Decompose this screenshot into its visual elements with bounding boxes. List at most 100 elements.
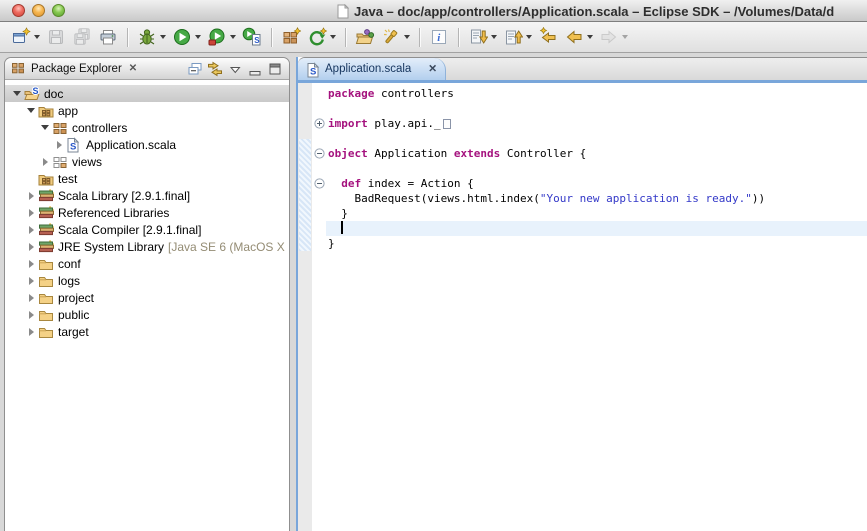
collapse-all-button[interactable] bbox=[187, 61, 203, 77]
dropdown-arrow-icon[interactable] bbox=[491, 35, 497, 39]
tree-item-app[interactable]: app bbox=[5, 102, 289, 119]
tree-item-referenced-libraries[interactable]: Referenced Libraries bbox=[5, 204, 289, 221]
disclosure-open-icon[interactable] bbox=[11, 91, 23, 96]
dropdown-arrow-icon[interactable] bbox=[195, 35, 201, 39]
code-token: object bbox=[328, 147, 368, 160]
disclosure-closed-icon[interactable] bbox=[25, 209, 37, 217]
disclosure-closed-icon[interactable] bbox=[39, 158, 51, 166]
run-icon bbox=[172, 27, 192, 47]
tree-item-doc[interactable]: Sdoc bbox=[5, 85, 289, 102]
package-explorer-tree[interactable]: SdocappcontrollersSApplication.scalaview… bbox=[5, 80, 289, 531]
tree-item-logs[interactable]: logs bbox=[5, 272, 289, 289]
disclosure-closed-icon[interactable] bbox=[25, 260, 37, 268]
new-wizard-button[interactable] bbox=[8, 25, 43, 49]
fold-column bbox=[312, 161, 326, 176]
tree-item-application-scala[interactable]: SApplication.scala bbox=[5, 136, 289, 153]
toolbar-separator bbox=[127, 28, 128, 47]
scala-project-icon: S bbox=[24, 86, 40, 102]
search-button[interactable] bbox=[378, 25, 413, 49]
save-all-icon bbox=[72, 27, 92, 47]
tree-item-controllers[interactable]: controllers bbox=[5, 119, 289, 136]
new-java-project-button[interactable] bbox=[278, 25, 304, 49]
code-line bbox=[312, 131, 867, 146]
close-view-button[interactable]: ✕ bbox=[129, 63, 137, 74]
code-line-text bbox=[326, 221, 867, 236]
show-javadoc-button[interactable]: i bbox=[426, 25, 452, 49]
disclosure-closed-icon[interactable] bbox=[25, 294, 37, 302]
next-annotation-button[interactable] bbox=[465, 25, 500, 49]
forward-icon bbox=[599, 27, 619, 47]
disclosure-open-icon[interactable] bbox=[39, 125, 51, 130]
tree-item-conf[interactable]: conf bbox=[5, 255, 289, 272]
last-edit-location-button[interactable] bbox=[535, 25, 561, 49]
code-token: "Your new application is ready." bbox=[540, 192, 752, 205]
titlebar[interactable]: Java – doc/app/controllers/Application.s… bbox=[0, 0, 867, 22]
annotation-ruler[interactable] bbox=[298, 83, 312, 531]
fold-collapse-icon[interactable] bbox=[312, 176, 326, 191]
source-folder-icon bbox=[38, 103, 54, 119]
dropdown-arrow-icon[interactable] bbox=[587, 35, 593, 39]
code-token: Controller { bbox=[500, 147, 586, 160]
code-token: Application bbox=[368, 147, 454, 160]
dropdown-arrow-icon[interactable] bbox=[622, 35, 628, 39]
code-token bbox=[328, 222, 341, 235]
tree-item-jre-system-library[interactable]: JRE System Library[Java SE 6 (MacOS X De… bbox=[5, 238, 289, 255]
dropdown-arrow-icon[interactable] bbox=[330, 35, 336, 39]
code-editor[interactable]: package controllersimport play.api._obje… bbox=[312, 83, 867, 531]
disclosure-closed-icon[interactable] bbox=[25, 328, 37, 336]
new-wizard-icon bbox=[11, 27, 31, 47]
disclosure-closed-icon[interactable] bbox=[53, 141, 65, 149]
tree-item-test[interactable]: test bbox=[5, 170, 289, 187]
fold-expand-icon[interactable] bbox=[312, 116, 326, 131]
run-last-tool-button[interactable] bbox=[204, 25, 239, 49]
fold-collapse-icon[interactable] bbox=[312, 146, 326, 161]
tab-close-button[interactable]: ✕ bbox=[428, 63, 437, 75]
tree-item-public[interactable]: public bbox=[5, 306, 289, 323]
code-line bbox=[312, 161, 867, 176]
close-button[interactable] bbox=[12, 4, 25, 17]
dropdown-arrow-icon[interactable] bbox=[34, 35, 40, 39]
print-button[interactable] bbox=[95, 25, 121, 49]
link-with-editor-button[interactable] bbox=[207, 61, 223, 77]
view-menu-button[interactable] bbox=[227, 61, 243, 77]
refresh-button[interactable] bbox=[304, 25, 339, 49]
run-button[interactable] bbox=[169, 25, 204, 49]
open-type-button[interactable] bbox=[352, 25, 378, 49]
package-explorer-header: Package Explorer ✕ bbox=[5, 58, 289, 80]
tab-application-scala[interactable]: S Application.scala ✕ bbox=[298, 58, 446, 80]
code-token: package bbox=[328, 87, 374, 100]
fold-column bbox=[312, 206, 326, 221]
disclosure-closed-icon[interactable] bbox=[25, 311, 37, 319]
dropdown-arrow-icon[interactable] bbox=[404, 35, 410, 39]
tree-item-project[interactable]: project bbox=[5, 289, 289, 306]
disclosure-closed-icon[interactable] bbox=[25, 243, 37, 251]
toolbar-separator bbox=[419, 28, 420, 47]
minimize-button[interactable] bbox=[32, 4, 45, 17]
previous-annotation-button[interactable] bbox=[500, 25, 535, 49]
tree-item-target[interactable]: target bbox=[5, 323, 289, 340]
run-scala-application-button[interactable]: S bbox=[239, 25, 265, 49]
zoom-button[interactable] bbox=[52, 4, 65, 17]
maximize-button[interactable] bbox=[267, 61, 283, 77]
tree-item-scala-compiler-2-9-1-final[interactable]: Scala Compiler [2.9.1.final] bbox=[5, 221, 289, 238]
editor-area: S Application.scala ✕ package controller… bbox=[296, 57, 867, 531]
folder-icon bbox=[38, 324, 54, 340]
disclosure-closed-icon[interactable] bbox=[25, 226, 37, 234]
tree-item-scala-library-2-9-1-final[interactable]: Scala Library [2.9.1.final] bbox=[5, 187, 289, 204]
dropdown-arrow-icon[interactable] bbox=[526, 35, 532, 39]
tree-item-views[interactable]: views bbox=[5, 153, 289, 170]
minimize-button[interactable] bbox=[247, 61, 263, 77]
debug-button[interactable] bbox=[134, 25, 169, 49]
code-line: } bbox=[312, 236, 867, 251]
tree-item-label: Scala Compiler [2.9.1.final] bbox=[58, 223, 201, 237]
print-icon bbox=[98, 27, 118, 47]
dropdown-arrow-icon[interactable] bbox=[230, 35, 236, 39]
code-token: play.api._ bbox=[368, 117, 441, 130]
back-button[interactable] bbox=[561, 25, 596, 49]
svg-text:S: S bbox=[70, 141, 76, 152]
disclosure-closed-icon[interactable] bbox=[25, 192, 37, 200]
disclosure-closed-icon[interactable] bbox=[25, 277, 37, 285]
disclosure-open-icon[interactable] bbox=[25, 108, 37, 113]
main-toolbar: Si bbox=[0, 22, 867, 53]
dropdown-arrow-icon[interactable] bbox=[160, 35, 166, 39]
